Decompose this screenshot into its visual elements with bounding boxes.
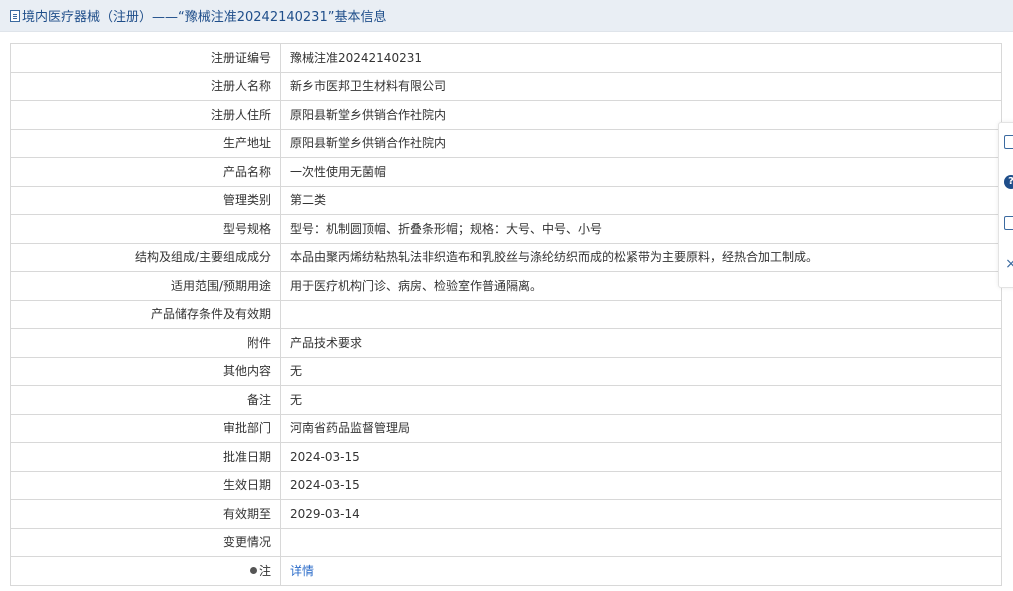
note-value: 详情 (280, 556, 1002, 586)
note-label: 注 (10, 556, 281, 586)
row-label: 有效期至 (10, 499, 281, 529)
row-label: 变更情况 (10, 527, 281, 557)
row-label: 生产地址 (10, 128, 281, 158)
help-icon[interactable]: ? (1004, 175, 1013, 189)
row-label: 型号规格 (10, 214, 281, 244)
row-value: 2029-03-14 (280, 499, 1002, 529)
row-label: 注册证编号 (10, 43, 281, 73)
table-row: 注册人名称 新乡市医邦卫生材料有限公司 (10, 71, 1002, 101)
row-value: 新乡市医邦卫生材料有限公司 (280, 71, 1002, 101)
table-row: 注册人住所 原阳县靳堂乡供销合作社院内 (10, 100, 1002, 130)
row-value: 本品由聚丙烯纺粘热轧法非织造布和乳胶丝与涤纶纺织而成的松紧带为主要原料，经热合加… (280, 242, 1002, 272)
row-value (280, 527, 1002, 557)
row-label: 注册人名称 (10, 71, 281, 101)
row-label: 结构及组成/主要组成成分 (10, 242, 281, 272)
row-label: 产品名称 (10, 157, 281, 187)
table-row: 产品名称 一次性使用无菌帽 (10, 157, 1002, 187)
row-value: 2024-03-15 (280, 442, 1002, 472)
row-value: 无 (280, 356, 1002, 386)
row-value (280, 299, 1002, 329)
page-title: 境内医疗器械（注册）——“豫械注准20242140231”基本信息 (22, 10, 387, 25)
table-row: 管理类别 第二类 (10, 185, 1002, 215)
info-table-container: 注册证编号 豫械注准20242140231 注册人名称 新乡市医邦卫生材料有限公司 … (10, 43, 1002, 586)
note-label-text: 注 (258, 563, 271, 578)
row-label: 附件 (10, 328, 281, 358)
row-value: 型号：机制圆顶帽、折叠条形帽；规格：大号、中号、小号 (280, 214, 1002, 244)
row-label: 生效日期 (10, 470, 281, 500)
table-row: 生效日期 2024-03-15 (10, 470, 1002, 500)
row-label: 其他内容 (10, 356, 281, 386)
info-table: 注册证编号 豫械注准20242140231 注册人名称 新乡市医邦卫生材料有限公司 … (10, 43, 1002, 586)
table-row: 变更情况 (10, 527, 1002, 557)
row-label: 注册人住所 (10, 100, 281, 130)
row-label: 备注 (10, 385, 281, 415)
pin-icon (249, 566, 257, 574)
row-label: 产品储存条件及有效期 (10, 299, 281, 329)
row-label: 批准日期 (10, 442, 281, 472)
close-icon[interactable]: × (1004, 257, 1013, 271)
table-row: 注册证编号 豫械注准20242140231 (10, 43, 1002, 73)
table-row: 结构及组成/主要组成成分 本品由聚丙烯纺粘热轧法非织造布和乳胶丝与涤纶纺织而成的松… (10, 242, 1002, 272)
table-row: 批准日期 2024-03-15 (10, 442, 1002, 472)
table-row: 有效期至 2029-03-14 (10, 499, 1002, 529)
table-row: 审批部门 河南省药品监督管理局 (10, 413, 1002, 443)
table-row: 适用范围/预期用途 用于医疗机构门诊、病房、检验室作普通隔离。 (10, 271, 1002, 301)
table-row: 备注无 (10, 385, 1002, 415)
table-row: 生产地址 原阳县靳堂乡供销合作社院内 (10, 128, 1002, 158)
row-value: 无 (280, 385, 1002, 415)
edit-icon[interactable] (1004, 135, 1013, 149)
row-value: 第二类 (280, 185, 1002, 215)
row-value: 产品技术要求 (280, 328, 1002, 358)
row-label: 适用范围/预期用途 (10, 271, 281, 301)
details-link[interactable]: 详情 (290, 564, 314, 578)
note-row: 注 详情 (10, 556, 1002, 586)
row-value: 豫械注准20242140231 (280, 43, 1002, 73)
table-row: 型号规格 型号：机制圆顶帽、折叠条形帽；规格：大号、中号、小号 (10, 214, 1002, 244)
row-value: 河南省药品监督管理局 (280, 413, 1002, 443)
row-value: 2024-03-15 (280, 470, 1002, 500)
table-row: 产品储存条件及有效期 (10, 299, 1002, 329)
row-label: 管理类别 (10, 185, 281, 215)
floating-toolbar: ? × (998, 122, 1013, 288)
table-row: 其他内容无 (10, 356, 1002, 386)
row-label: 审批部门 (10, 413, 281, 443)
row-value: 一次性使用无菌帽 (280, 157, 1002, 187)
copy-icon[interactable] (1004, 216, 1013, 230)
page-header: 境内医疗器械（注册）——“豫械注准20242140231”基本信息 (0, 0, 1013, 32)
table-row: 附件 产品技术要求 (10, 328, 1002, 358)
row-value: 原阳县靳堂乡供销合作社院内 (280, 100, 1002, 130)
row-value: 用于医疗机构门诊、病房、检验室作普通隔离。 (280, 271, 1002, 301)
document-icon (10, 9, 20, 22)
row-value: 原阳县靳堂乡供销合作社院内 (280, 128, 1002, 158)
